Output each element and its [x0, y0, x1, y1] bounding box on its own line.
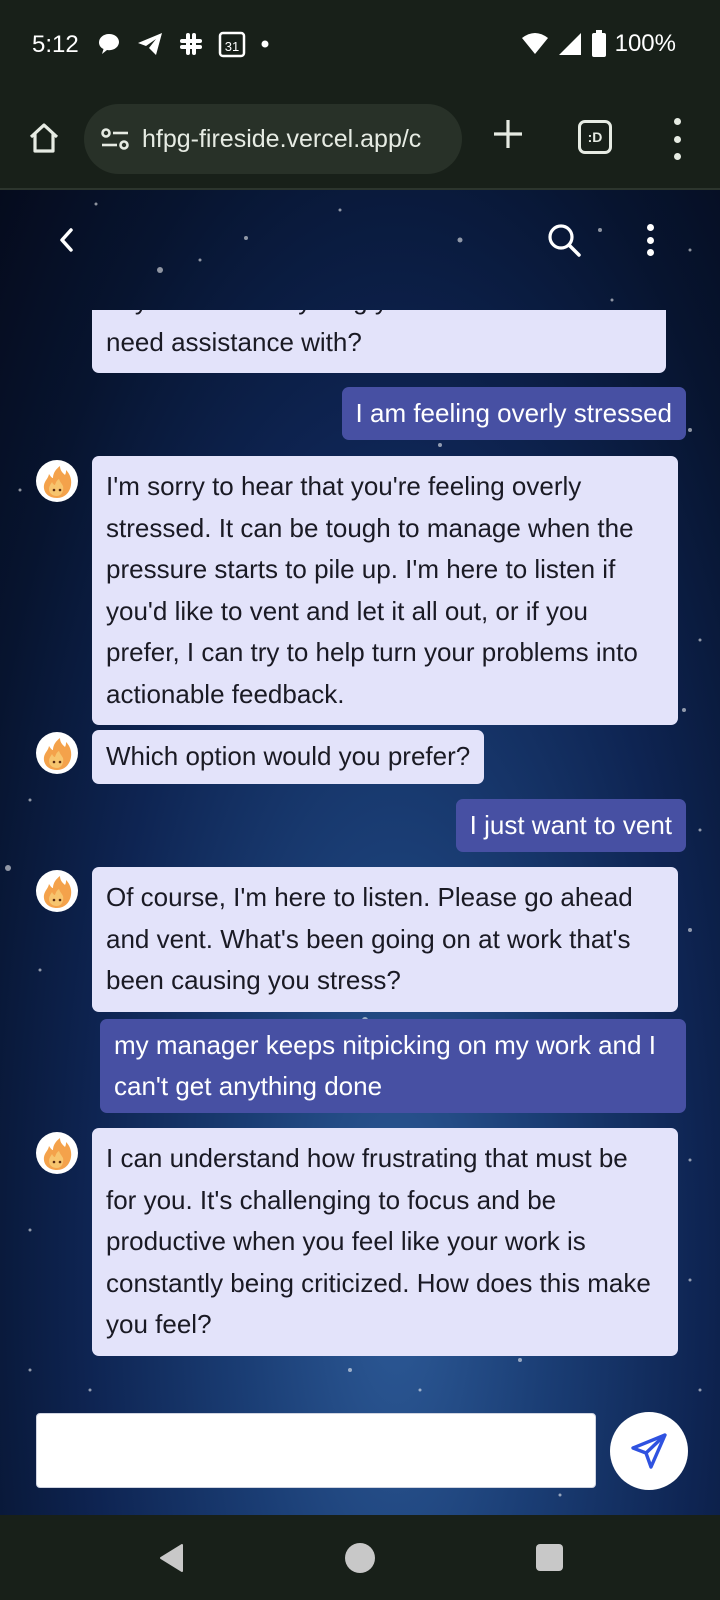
site-settings-icon[interactable]	[100, 127, 130, 151]
more-dot	[646, 224, 654, 231]
fire-avatar-icon	[43, 738, 72, 770]
bot-avatar	[36, 1132, 78, 1174]
bot-message: I'm sorry to hear that you're feeling ov…	[92, 456, 678, 725]
menu-dot	[673, 135, 681, 143]
back-button[interactable]	[52, 220, 82, 260]
tab-switcher-button[interactable]: :D	[578, 120, 612, 154]
message-text: I'm sorry to hear that you're feeling ov…	[106, 471, 638, 709]
fire-avatar-icon	[43, 876, 72, 908]
url-text: hfpg-fireside.vercel.app/c	[142, 124, 422, 153]
send-icon	[631, 1433, 667, 1469]
message-text: days. Is there anything you'd like to di…	[106, 310, 636, 357]
menu-dot	[673, 118, 681, 125]
fire-avatar-icon	[43, 466, 72, 498]
calendar-day: 31	[225, 39, 239, 54]
send-button[interactable]	[610, 1412, 688, 1490]
bot-avatar	[36, 732, 78, 774]
message-text: I can understand how frustrating that mu…	[106, 1143, 651, 1339]
system-icons: 100%	[521, 30, 676, 58]
calendar-icon: 31	[218, 31, 246, 58]
message-text: Which option would you prefer?	[106, 741, 471, 771]
telegram-icon	[138, 33, 162, 55]
bot-avatar	[36, 460, 78, 502]
nav-recents-button[interactable]	[536, 1544, 563, 1571]
message-text: my manager keeps nitpicking on my work a…	[114, 1030, 656, 1101]
slack-icon	[180, 33, 202, 55]
status-time: 5:12	[32, 31, 79, 58]
chevron-left-icon	[60, 228, 73, 252]
search-icon	[548, 224, 581, 257]
user-message: I am feeling overly stressed	[341, 387, 686, 440]
home-icon	[29, 123, 59, 153]
bot-message: Of course, I'm here to listen. Please go…	[92, 867, 678, 1012]
system-nav-bar	[0, 1515, 720, 1600]
more-dot	[646, 249, 654, 256]
chat-app: days. Is there anything you'd like to di…	[0, 190, 720, 1515]
message-text: I just want to vent	[469, 810, 672, 840]
signal-icon	[558, 33, 581, 55]
address-bar[interactable]: hfpg-fireside.vercel.app/c	[84, 104, 462, 174]
message-list[interactable]: days. Is there anything you'd like to di…	[0, 310, 720, 1370]
bot-message: Which option would you prefer?	[92, 730, 485, 784]
home-button[interactable]	[24, 118, 64, 158]
battery-percent: 100%	[614, 30, 676, 57]
chat-bubble-icon	[99, 34, 119, 54]
nav-back-icon[interactable]	[158, 1543, 184, 1573]
bot-message: I can understand how frustrating that mu…	[92, 1128, 678, 1356]
user-message: I just want to vent	[455, 799, 686, 852]
user-message: my manager keeps nitpicking on my work a…	[100, 1019, 686, 1113]
message-text: I am feeling overly stressed	[355, 398, 672, 428]
new-tab-button[interactable]	[488, 114, 528, 154]
message-input[interactable]	[36, 1413, 596, 1488]
plus-icon	[494, 120, 522, 148]
message-text: Of course, I'm here to listen. Please go…	[106, 882, 633, 995]
bot-message: days. Is there anything you'd like to di…	[92, 310, 666, 373]
battery-icon	[591, 30, 606, 57]
notification-icons: 31	[96, 30, 270, 58]
browser-menu-button[interactable]	[662, 114, 692, 164]
chat-header	[0, 190, 720, 290]
dot-icon	[261, 40, 269, 48]
fire-avatar-icon	[43, 1138, 72, 1170]
more-dot	[646, 236, 654, 244]
bot-avatar	[36, 870, 78, 912]
nav-home-button[interactable]	[345, 1543, 375, 1573]
search-button[interactable]	[544, 220, 584, 260]
browser-toolbar: hfpg-fireside.vercel.app/c :D	[0, 92, 720, 190]
status-bar: 5:12 31 100%	[0, 0, 720, 92]
menu-dot	[673, 153, 681, 160]
wifi-icon	[521, 33, 548, 54]
more-options-button[interactable]	[640, 218, 660, 262]
